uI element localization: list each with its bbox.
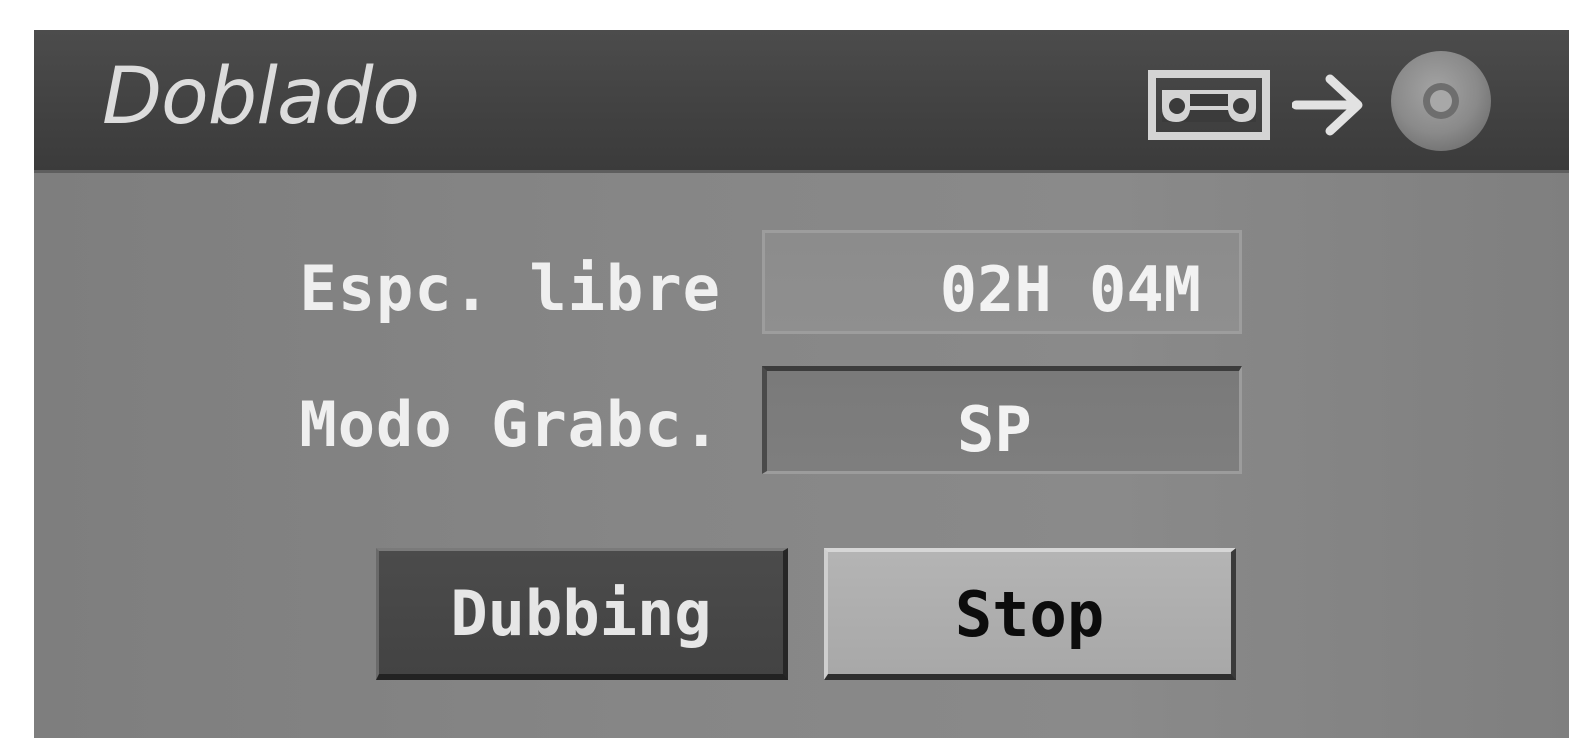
dubbing-button[interactable]: Dubbing — [376, 548, 788, 680]
arrow-right-icon — [1292, 74, 1363, 136]
record-mode-field[interactable]: SP — [762, 366, 1242, 474]
record-mode-label: Modo Grabc. — [299, 388, 721, 461]
dialog-titlebar: Doblado — [34, 30, 1569, 173]
dubbing-dialog: Doblado Espc. libre 02H 04M Modo Grabc. … — [34, 30, 1569, 738]
dialog-title: Doblado — [102, 52, 420, 142]
stop-button[interactable]: Stop — [824, 548, 1236, 680]
dvd-disc-icon — [1391, 51, 1491, 151]
vcr-tape-icon — [1148, 70, 1270, 140]
free-space-value: 02H 04M — [762, 230, 1242, 334]
free-space-label: Espc. libre — [299, 252, 721, 325]
record-mode-value: SP — [957, 393, 1032, 466]
